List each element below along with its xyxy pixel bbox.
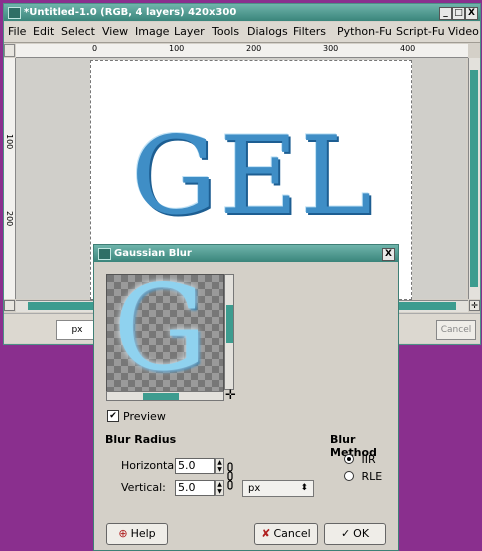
menu-file[interactable]: File [8, 25, 26, 38]
canvas-logo-text: GEL [131, 114, 374, 239]
updown-arrow-icon: ⬍ [300, 483, 308, 493]
help-label: Help [130, 527, 156, 540]
vertical-spin-arrows[interactable]: ▲ ▼ [215, 480, 224, 496]
scrollbar-thumb[interactable] [143, 393, 179, 400]
ok-icon: ✓ [340, 527, 351, 540]
unit-dropdown-value: px [248, 483, 261, 494]
horizontal-ruler[interactable]: 0 100 200 300 400 [16, 44, 468, 58]
dialog-window-icon [98, 248, 111, 260]
menu-edit[interactable]: Edit [33, 25, 54, 38]
dialog-close-button[interactable]: X [382, 248, 395, 261]
cancel-label: Cancel [273, 527, 311, 540]
image-window-titlebar[interactable]: *Untitled-1.0 (RGB, 4 layers) 420x300 _ … [4, 4, 480, 21]
ok-label: OK [353, 527, 370, 540]
close-button[interactable]: X [465, 7, 478, 20]
ok-button[interactable]: ✓ OK [324, 523, 386, 545]
method-rle-label: RLE [361, 469, 383, 483]
method-rle-radio[interactable]: RLE [344, 469, 382, 483]
menu-view[interactable]: View [102, 25, 128, 38]
blur-radius-heading: Blur Radius [105, 433, 177, 446]
preview-area[interactable]: G [106, 274, 224, 392]
preview-checkbox[interactable]: ✔ Preview [107, 409, 166, 423]
navigate-icon[interactable]: ✛ [225, 389, 236, 402]
ruler-label: 300 [323, 44, 339, 53]
ruler-label: 100 [5, 134, 14, 150]
horizontal-radius-input[interactable]: 5.0 [175, 458, 215, 474]
horizontal-spin-arrows[interactable]: ▲ ▼ [215, 458, 224, 474]
ruler-label: 100 [169, 44, 185, 53]
ruler-label: 0 [92, 44, 98, 53]
radio-button[interactable] [344, 471, 354, 481]
radio-button[interactable] [344, 454, 354, 464]
vertical-scrollbar[interactable] [468, 58, 480, 299]
menu-python-fu[interactable]: Python-Fu [337, 25, 392, 38]
dialog-titlebar[interactable]: Gaussian Blur X [94, 245, 398, 262]
ruler-corner-button[interactable] [4, 44, 15, 57]
menu-image[interactable]: Image [135, 25, 169, 38]
maximize-button[interactable]: □ [452, 7, 465, 20]
preview-vertical-scrollbar[interactable] [224, 274, 234, 390]
gaussian-blur-dialog: Gaussian Blur X G ✛ ✔ Preview Blur Radius… [93, 244, 399, 551]
menu-script-fu[interactable]: Script-Fu [396, 25, 445, 38]
dialog-title: Gaussian Blur [114, 248, 192, 259]
method-iir-radio[interactable]: IIR [344, 452, 376, 466]
cancel-icon: ✘ [261, 527, 271, 540]
checkbox-box[interactable]: ✔ [107, 410, 119, 422]
ruler-label: 400 [400, 44, 416, 53]
ruler-label: 200 [246, 44, 262, 53]
vertical-radius-input[interactable]: 5.0 [175, 480, 215, 496]
scrollbar-thumb[interactable] [470, 70, 478, 287]
window-icon [8, 7, 21, 19]
horizontal-label: Horizontal: [121, 459, 181, 472]
navigate-icon[interactable]: ✛ [469, 300, 480, 311]
ruler-label: 200 [5, 211, 14, 227]
quick-mask-toggle[interactable] [4, 300, 15, 311]
status-cancel-button[interactable]: Cancel [436, 320, 476, 340]
cancel-button[interactable]: ✘ Cancel [254, 523, 318, 545]
menu-select[interactable]: Select [61, 25, 95, 38]
scrollbar-thumb[interactable] [226, 305, 233, 343]
menu-video[interactable]: Video [448, 25, 479, 38]
preview-label: Preview [123, 409, 166, 423]
menu-layer[interactable]: Layer [174, 25, 205, 38]
menu-filters[interactable]: Filters [293, 25, 326, 38]
vertical-label: Vertical: [121, 481, 166, 494]
vertical-ruler[interactable]: 100 200 [4, 58, 16, 299]
method-iir-label: IIR [361, 452, 376, 466]
help-icon: ⊕ [118, 527, 128, 540]
help-button[interactable]: ⊕ Help [106, 523, 168, 545]
minimize-button[interactable]: _ [439, 7, 452, 20]
unit-select[interactable]: px [56, 320, 98, 340]
preview-horizontal-scrollbar[interactable] [106, 391, 224, 401]
menu-tools[interactable]: Tools [212, 25, 239, 38]
image-window-title: *Untitled-1.0 (RGB, 4 layers) 420x300 [24, 7, 237, 18]
chain-link-icon[interactable] [227, 462, 233, 490]
unit-dropdown[interactable]: px ⬍ [242, 480, 314, 497]
preview-letter: G [113, 274, 208, 392]
menubar: File Edit Select View Image Layer Tools … [4, 22, 480, 43]
menu-dialogs[interactable]: Dialogs [247, 25, 288, 38]
